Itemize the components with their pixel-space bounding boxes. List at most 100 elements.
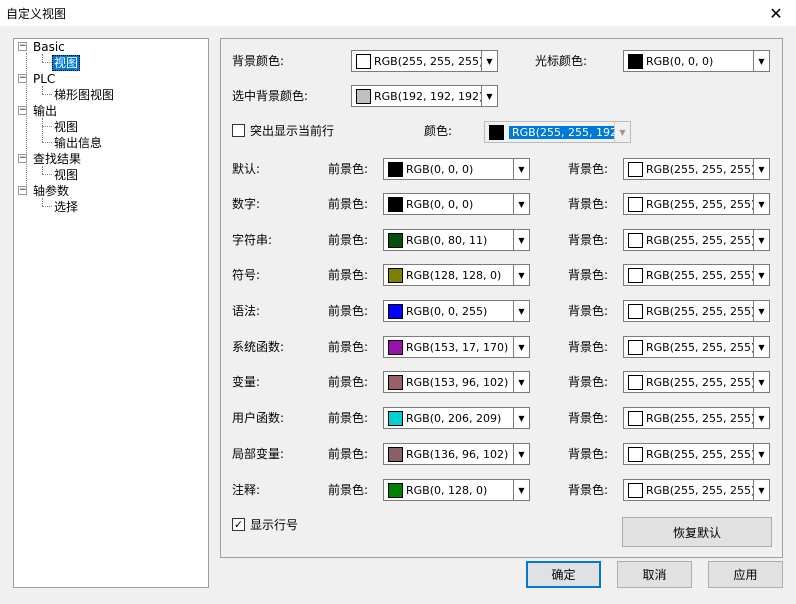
tree-line: [42, 86, 43, 94]
background-color-combo[interactable]: RGB(255, 255, 255) ▼: [623, 229, 770, 251]
foreground-color-combo[interactable]: RGB(153, 96, 102) ▼: [383, 371, 530, 393]
foreground-label: 前景色:: [328, 375, 369, 389]
tree-item-find-view[interactable]: 视图: [54, 168, 78, 182]
bg-color-label: 背景颜色:: [232, 54, 285, 68]
chevron-down-icon[interactable]: ▼: [513, 159, 529, 179]
tree-item-axis-select[interactable]: 选择: [54, 200, 78, 214]
chevron-down-icon[interactable]: ▼: [753, 337, 769, 357]
color-swatch: [628, 53, 643, 69]
bg-color-combo[interactable]: RGB(255, 255, 255) ▼: [351, 50, 498, 72]
chevron-down-icon[interactable]: ▼: [513, 444, 529, 464]
color-swatch: [388, 446, 403, 462]
selected-bg-color-combo[interactable]: RGB(192, 192, 192) ▼: [351, 85, 498, 107]
cursor-color-label: 光标颜色:: [535, 54, 588, 68]
show-line-numbers-checkbox[interactable]: ✓: [232, 518, 245, 531]
chevron-down-icon[interactable]: ▼: [753, 444, 769, 464]
chevron-down-icon[interactable]: ▼: [481, 51, 497, 71]
background-label: 背景色:: [568, 162, 609, 176]
foreground-color-combo[interactable]: RGB(153, 17, 170) ▼: [383, 336, 530, 358]
tree-item-axis-params[interactable]: 轴参数: [33, 184, 69, 198]
background-label: 背景色:: [568, 375, 609, 389]
restore-defaults-button[interactable]: 恢复默认: [622, 517, 772, 547]
chevron-down-icon[interactable]: ▼: [513, 480, 529, 500]
background-label: 背景色:: [568, 268, 609, 282]
chevron-down-icon[interactable]: ▼: [513, 301, 529, 321]
combo-value: RGB(192, 192, 192): [374, 89, 481, 103]
chevron-down-icon[interactable]: ▼: [513, 337, 529, 357]
foreground-color-combo[interactable]: RGB(128, 128, 0) ▼: [383, 264, 530, 286]
chevron-down-icon[interactable]: ▼: [753, 51, 769, 71]
chevron-down-icon[interactable]: ▼: [614, 122, 630, 142]
chevron-down-icon[interactable]: ▼: [513, 194, 529, 214]
combo-value: RGB(255, 255, 255): [646, 411, 753, 425]
background-color-combo[interactable]: RGB(255, 255, 255) ▼: [623, 264, 770, 286]
tree-line: [42, 62, 52, 63]
color-swatch: [628, 482, 643, 498]
foreground-color-combo[interactable]: RGB(0, 128, 0) ▼: [383, 479, 530, 501]
tree-item-basic[interactable]: Basic: [33, 40, 65, 54]
tree-item-output[interactable]: 输出: [33, 104, 57, 118]
ok-button[interactable]: 确定: [526, 561, 601, 588]
tree-item-basic-view[interactable]: 视图: [52, 55, 81, 71]
foreground-color-combo[interactable]: RGB(0, 0, 0) ▼: [383, 193, 530, 215]
tree-line: [42, 166, 43, 174]
chevron-down-icon[interactable]: ▼: [753, 159, 769, 179]
syntax-row-label: 局部变量:: [232, 447, 285, 461]
chevron-down-icon[interactable]: ▼: [513, 265, 529, 285]
combo-value: RGB(0, 80, 11): [406, 233, 488, 247]
background-color-combo[interactable]: RGB(255, 255, 255) ▼: [623, 371, 770, 393]
collapse-icon[interactable]: −: [18, 74, 27, 83]
chevron-down-icon[interactable]: ▼: [753, 265, 769, 285]
chevron-down-icon[interactable]: ▼: [753, 301, 769, 321]
collapse-icon[interactable]: −: [18, 42, 27, 51]
foreground-color-combo[interactable]: RGB(136, 96, 102) ▼: [383, 443, 530, 465]
color-swatch: [388, 482, 403, 498]
foreground-color-combo[interactable]: RGB(0, 80, 11) ▼: [383, 229, 530, 251]
foreground-label: 前景色:: [328, 268, 369, 282]
chevron-down-icon[interactable]: ▼: [753, 408, 769, 428]
color-swatch: [628, 196, 643, 212]
background-color-combo[interactable]: RGB(255, 255, 255) ▼: [623, 443, 770, 465]
background-color-combo[interactable]: RGB(255, 255, 255) ▼: [623, 407, 770, 429]
tree-item-plc[interactable]: PLC: [33, 72, 55, 86]
cursor-color-combo[interactable]: RGB(0, 0, 0) ▼: [623, 50, 770, 72]
chevron-down-icon[interactable]: ▼: [513, 230, 529, 250]
highlight-line-checkbox[interactable]: [232, 124, 245, 137]
background-label: 背景色:: [568, 233, 609, 247]
background-color-combo[interactable]: RGB(255, 255, 255) ▼: [623, 336, 770, 358]
chevron-down-icon[interactable]: ▼: [481, 86, 497, 106]
tree-item-find-results[interactable]: 查找结果: [33, 152, 81, 166]
foreground-color-combo[interactable]: RGB(0, 0, 255) ▼: [383, 300, 530, 322]
chevron-down-icon[interactable]: ▼: [753, 194, 769, 214]
cancel-button[interactable]: 取消: [617, 561, 692, 588]
category-tree[interactable]: − Basic 视图 − PLC 梯形图视图 − 输出 视图 输出信息 − 查找…: [13, 38, 209, 588]
highlight-color-combo[interactable]: RGB(255, 255, 192) ▼: [484, 121, 631, 143]
collapse-icon[interactable]: −: [18, 186, 27, 195]
close-icon[interactable]: ✕: [756, 0, 796, 26]
syntax-row-label: 符号:: [232, 268, 261, 282]
foreground-color-combo[interactable]: RGB(0, 0, 0) ▼: [383, 158, 530, 180]
chevron-down-icon[interactable]: ▼: [753, 230, 769, 250]
combo-value: RGB(0, 0, 0): [646, 54, 714, 68]
tree-line: [42, 174, 52, 175]
foreground-color-combo[interactable]: RGB(0, 206, 209) ▼: [383, 407, 530, 429]
chevron-down-icon[interactable]: ▼: [753, 372, 769, 392]
collapse-icon[interactable]: −: [18, 106, 27, 115]
color-swatch: [388, 303, 403, 319]
background-color-combo[interactable]: RGB(255, 255, 255) ▼: [623, 158, 770, 180]
foreground-label: 前景色:: [328, 447, 369, 461]
chevron-down-icon[interactable]: ▼: [753, 480, 769, 500]
background-color-combo[interactable]: RGB(255, 255, 255) ▼: [623, 193, 770, 215]
background-color-combo[interactable]: RGB(255, 255, 255) ▼: [623, 479, 770, 501]
apply-button[interactable]: 应用: [708, 561, 783, 588]
tree-item-output-view[interactable]: 视图: [54, 120, 78, 134]
background-color-combo[interactable]: RGB(255, 255, 255) ▼: [623, 300, 770, 322]
color-swatch: [388, 410, 403, 426]
chevron-down-icon[interactable]: ▼: [513, 372, 529, 392]
collapse-icon[interactable]: −: [18, 154, 27, 163]
tree-item-output-info[interactable]: 输出信息: [54, 136, 102, 150]
chevron-down-icon[interactable]: ▼: [513, 408, 529, 428]
combo-value: RGB(255, 255, 255): [646, 233, 753, 247]
tree-item-ladder-view[interactable]: 梯形图视图: [54, 88, 114, 102]
color-swatch: [628, 161, 643, 177]
